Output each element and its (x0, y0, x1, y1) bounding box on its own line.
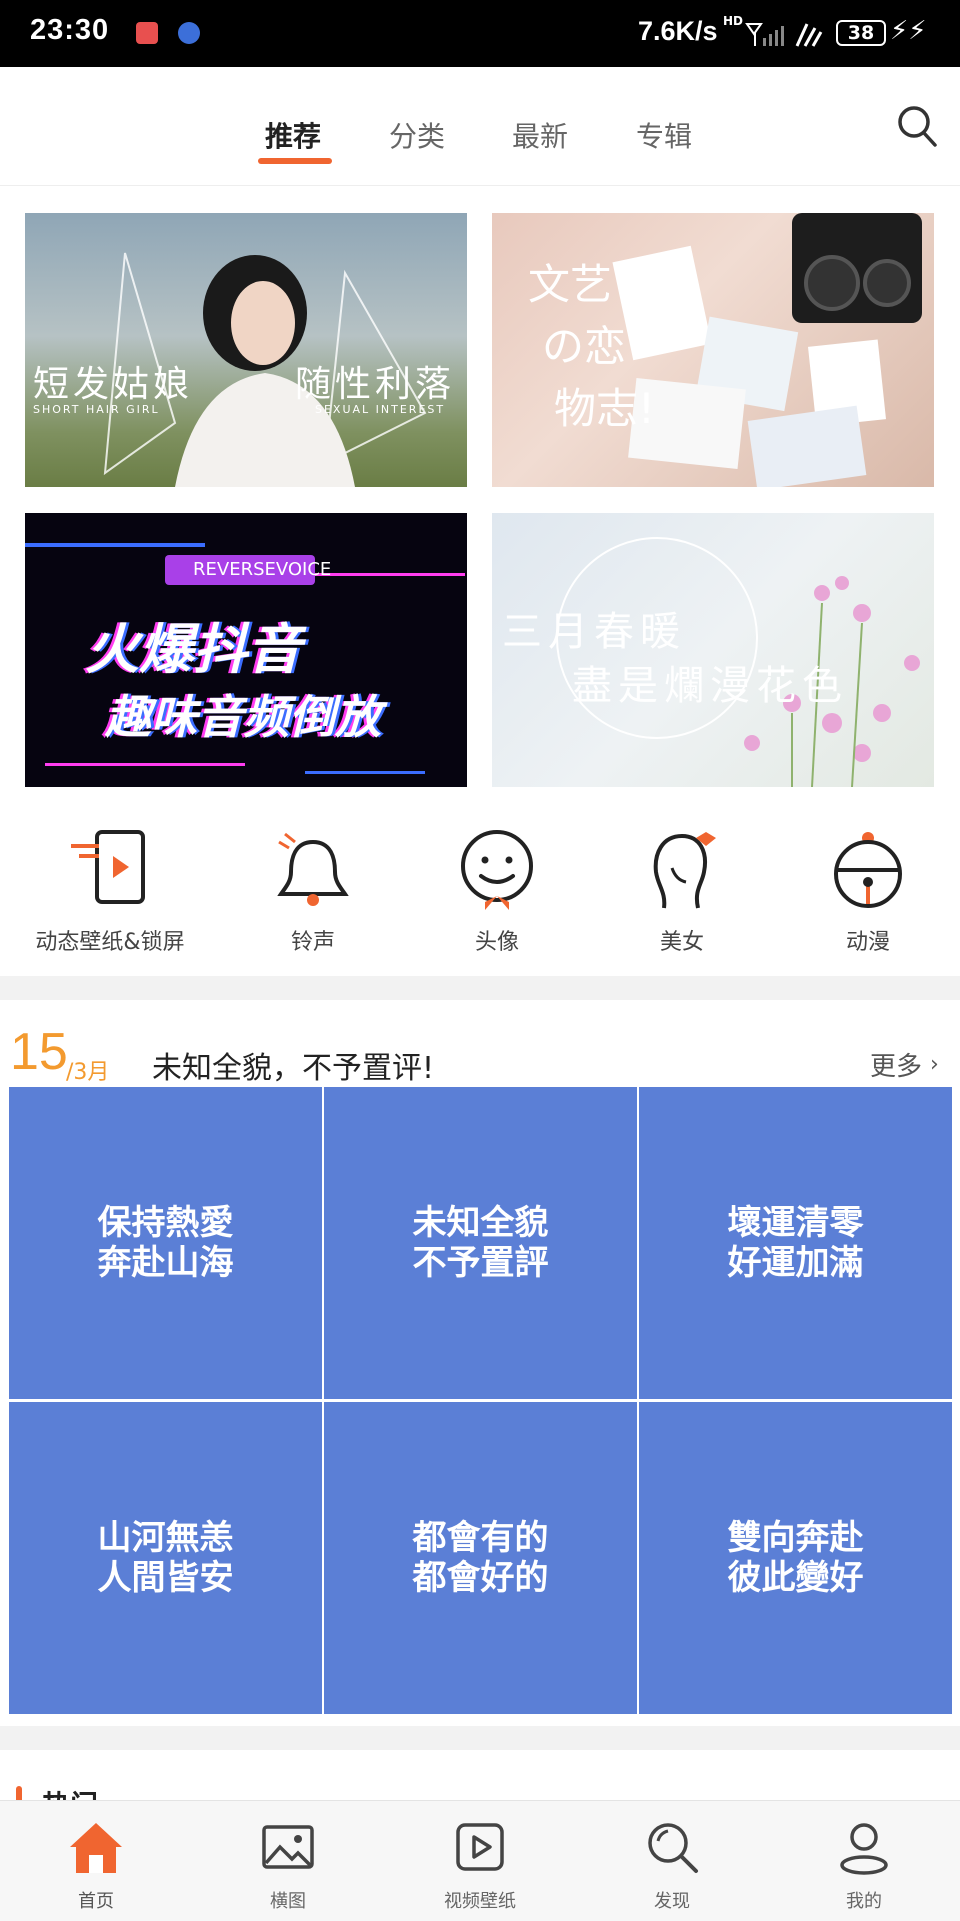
banner-short-hair[interactable]: 短发姑娘 随性利落 SHORT HAIR GIRL SEXUAL INTERES… (25, 213, 467, 487)
network-speed: 7.6K/s (638, 16, 718, 46)
banner-art-love[interactable]: 文艺 の恋 物志! (492, 213, 934, 487)
wallpaper-tile[interactable]: 山河無恙 人間皆安 (9, 1402, 322, 1714)
tile-text: 都會有的 都會好的 (412, 1518, 549, 1598)
anime-bell-icon (834, 832, 902, 908)
tile-text: 山河無恙 人間皆安 (97, 1518, 234, 1598)
nav-label: 横图 (270, 1891, 306, 1912)
notification-browser-icon (178, 22, 200, 44)
banner-spring-title-2: 盡是爛漫花色 (572, 663, 848, 709)
banner-art-title-2: の恋 (542, 322, 627, 371)
charging-icon: ⚡⚡ (890, 16, 927, 46)
more-link[interactable]: 更多 (870, 1046, 922, 1083)
banner-art-title-1: 文艺 (528, 260, 613, 309)
tile-text: 保持熱愛 奔赴山海 (97, 1203, 234, 1283)
wallpaper-tile[interactable]: 都會有的 都會好的 (324, 1402, 637, 1714)
nav-label: 我的 (846, 1891, 882, 1912)
category-ringtone[interactable]: 铃声 (233, 820, 393, 970)
signal-icon (745, 23, 823, 47)
category-label: 美女 (659, 930, 704, 955)
daily-day: 15 (10, 1023, 68, 1081)
nav-video-wallpaper[interactable]: 视频壁纸 (384, 1801, 576, 1921)
banner-spring-title-1: 三月春暖 (502, 609, 686, 655)
daily-month: /3月 (66, 1060, 110, 1085)
category-label: 动漫 (845, 930, 890, 955)
category-label: 动态壁纸&锁屏 (35, 930, 185, 955)
tab-album[interactable]: 专辑 (636, 115, 692, 155)
search-icon[interactable] (896, 104, 938, 150)
nav-landscape[interactable]: 横图 (192, 1801, 384, 1921)
category-avatar[interactable]: 头像 (417, 820, 577, 970)
banner-douyin-title-1: 火爆抖音 (85, 618, 301, 681)
category-label: 铃声 (290, 930, 335, 955)
top-tab-bar (0, 67, 960, 186)
wallpaper-tile[interactable]: 未知全貌 不予置評 (324, 1087, 637, 1399)
tile-text: 未知全貌 不予置評 (412, 1203, 549, 1283)
chevron-right-icon[interactable]: › (930, 1052, 939, 1077)
banner-short-hair-art (103, 252, 427, 487)
status-time: 23:30 (30, 14, 110, 46)
section-divider (0, 976, 960, 1000)
image-icon (262, 1825, 314, 1869)
wallpaper-tile[interactable]: 保持熱愛 奔赴山海 (9, 1087, 322, 1399)
banner-title-right: 随性利落 (295, 364, 456, 405)
section-divider (0, 1726, 960, 1750)
notification-app-icon (136, 22, 158, 44)
battery-indicator: 38 (836, 20, 886, 46)
nav-label: 视频壁纸 (444, 1891, 516, 1912)
banner-sub-right: SEXUAL INTEREST (315, 403, 446, 416)
discover-icon (648, 1823, 698, 1873)
nav-label: 发现 (654, 1891, 690, 1912)
tile-text: 壞運清零 好運加滿 (727, 1203, 864, 1283)
category-anime[interactable]: 动漫 (788, 820, 948, 970)
banner-sub-left: SHORT HAIR GIRL (33, 403, 160, 416)
banner-douyin-badge: REVERSEVOICE (193, 559, 332, 580)
status-bar: 23:30 7.6K/s HD 38 ⚡⚡ (0, 0, 960, 67)
live-wallpaper-icon (71, 830, 145, 904)
profile-icon (840, 1823, 888, 1875)
daily-subject: 未知全貌，不予置评! (152, 1051, 435, 1086)
girl-icon (653, 832, 716, 909)
video-wallpaper-icon (456, 1823, 504, 1871)
tile-text: 雙向奔赴 彼此變好 (727, 1518, 864, 1598)
nav-profile[interactable]: 我的 (768, 1801, 960, 1921)
wallpaper-tile[interactable]: 雙向奔赴 彼此變好 (639, 1402, 952, 1714)
tab-recommend[interactable]: 推荐 (265, 115, 321, 155)
category-beauty[interactable]: 美女 (602, 820, 762, 970)
nav-label: 首页 (78, 1891, 114, 1912)
nav-home[interactable]: 首页 (0, 1801, 192, 1921)
nav-discover[interactable]: 发现 (576, 1801, 768, 1921)
banner-spring[interactable]: 三月春暖 盡是爛漫花色 (492, 513, 934, 787)
hd-indicator: HD (723, 14, 744, 28)
bell-icon (277, 832, 349, 906)
banner-douyin[interactable]: REVERSEVOICE 火爆抖音 趣味音频倒放 (25, 513, 467, 787)
category-label: 头像 (474, 930, 519, 955)
wallpaper-tile[interactable]: 壞運清零 好運加滿 (639, 1087, 952, 1399)
home-icon (70, 1823, 122, 1873)
tab-category[interactable]: 分类 (389, 115, 445, 155)
banner-douyin-title-2: 趣味音频倒放 (105, 690, 381, 744)
banner-title-left: 短发姑娘 (33, 364, 194, 405)
bottom-nav-bar: 首页 横图 视频壁纸 发现 我的 (0, 1800, 960, 1921)
active-tab-indicator (258, 158, 332, 164)
tab-latest[interactable]: 最新 (512, 115, 568, 155)
banner-art-title-3: 物志! (554, 384, 655, 433)
avatar-face-icon (461, 830, 533, 910)
category-live-wallpaper[interactable]: 动态壁纸&锁屏 (30, 820, 190, 970)
